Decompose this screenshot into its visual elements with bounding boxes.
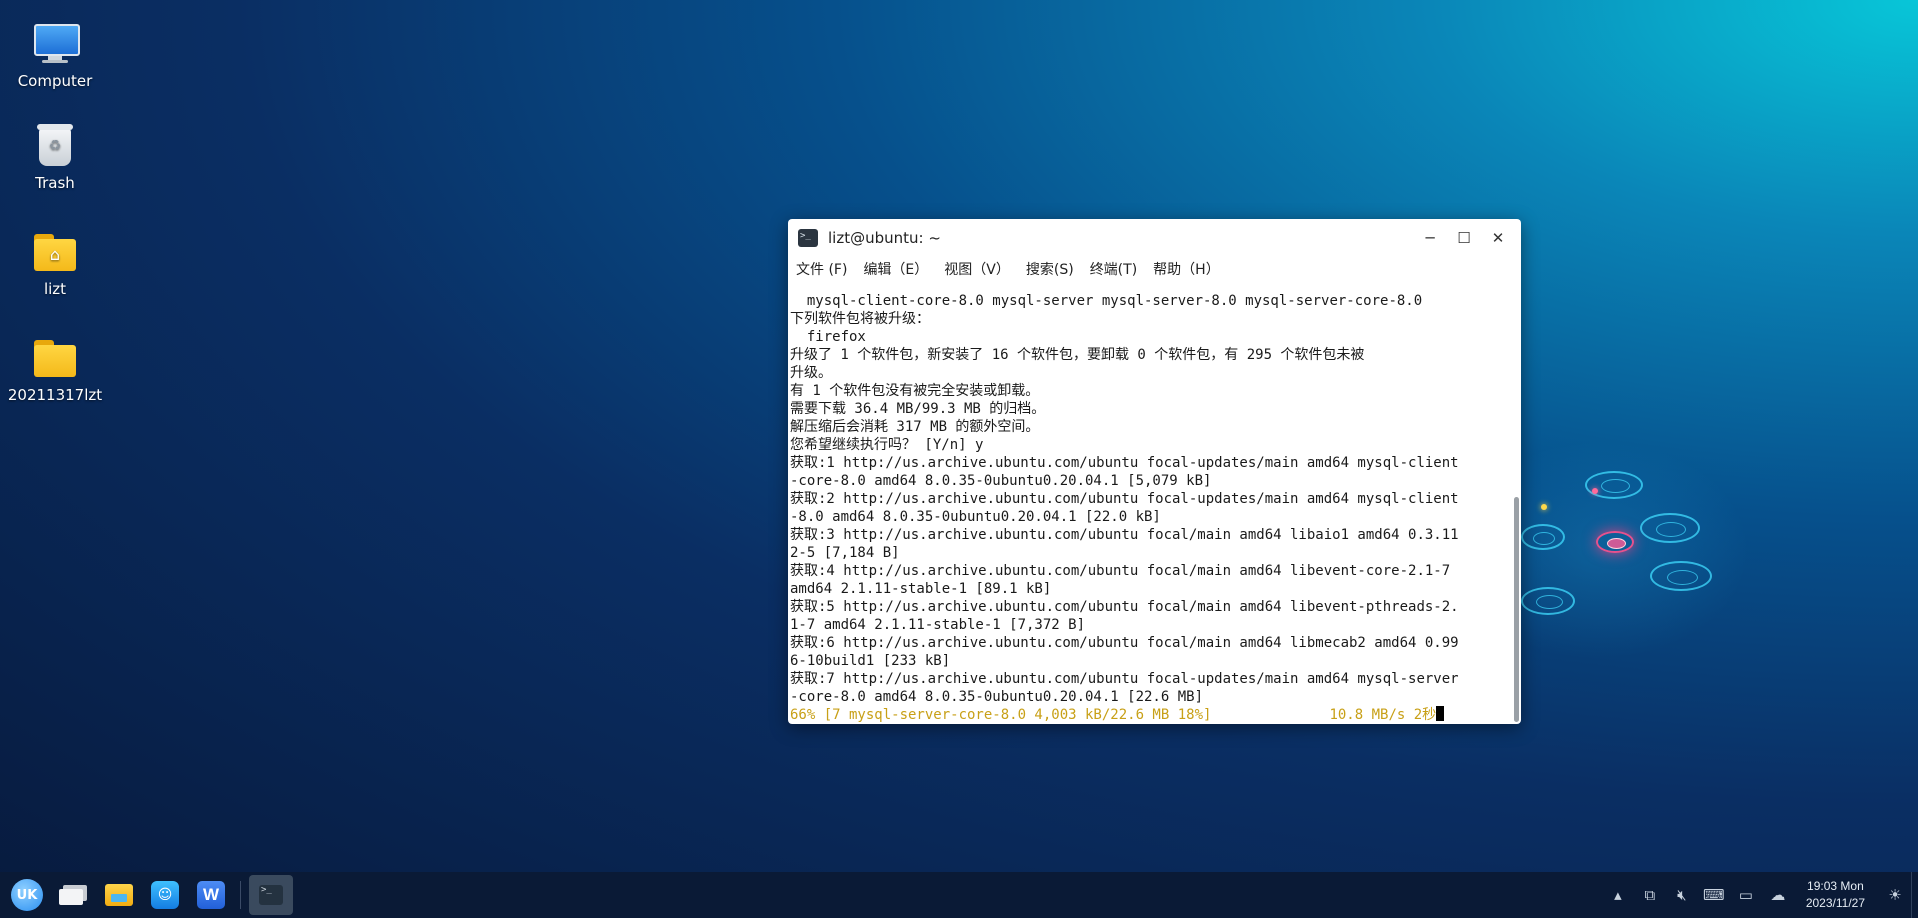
menu-file[interactable]: 文件 (F)	[796, 259, 847, 279]
maximize-icon: ☐	[1457, 229, 1471, 247]
wallpaper-ring-highlight	[1596, 531, 1634, 553]
terminal-line: 解压缩后会消耗 317 MB 的额外空间。	[790, 419, 1040, 435]
wallpaper-ring	[1585, 471, 1643, 499]
desktop-icon-computer[interactable]: Computer	[0, 20, 110, 90]
terminal-line: 2-5 [7,184 B]	[790, 545, 900, 561]
menu-view[interactable]: 视图（V）	[944, 259, 1010, 279]
desktop-icon-home-folder[interactable]: ⌂ lizt	[0, 228, 110, 298]
clock-time: 19:03 Mon	[1807, 879, 1864, 893]
show-desktop-button[interactable]	[1911, 872, 1918, 918]
terminal-line: 下列软件包将被升级：	[790, 311, 930, 327]
terminal-line: 有 1 个软件包没有被完全安装或卸载。	[790, 383, 1040, 399]
start-icon: UK	[11, 879, 43, 911]
wallpaper-dot	[1541, 504, 1547, 510]
network-icon[interactable]: ⧉	[1634, 879, 1666, 911]
chevron-up-icon[interactable]: ▴	[1602, 879, 1634, 911]
wallpaper-ring	[1640, 513, 1700, 543]
terminal-line: -core-8.0 amd64 8.0.35-0ubuntu0.20.04.1 …	[790, 689, 1204, 705]
clock[interactable]: 19:03 Mon 2023/11/27	[1806, 878, 1865, 912]
window-titlebar[interactable]: >_ lizt@ubuntu: ~ ─ ☐ ✕	[788, 219, 1521, 257]
computer-icon	[32, 20, 80, 66]
wallpaper-ring	[1521, 524, 1565, 550]
text-cursor	[1436, 706, 1445, 721]
folder-icon	[32, 334, 78, 380]
terminal-line: 您希望继续执行吗？ [Y/n] y	[790, 437, 984, 453]
system-tray: ▴ ⧉ 🔇︎ ⌨ ▭ ☁ 19:03 Mon 2023/11/27 ☀	[1602, 872, 1918, 918]
minimize-icon: ─	[1425, 229, 1435, 247]
desktop-icon-folder[interactable]: 20211317lzt	[0, 334, 110, 404]
file-manager-icon	[105, 884, 133, 906]
minimize-button[interactable]: ─	[1413, 225, 1447, 251]
terminal-line: 升级。	[790, 365, 832, 381]
menu-terminal[interactable]: 终端(T)	[1090, 259, 1137, 279]
terminal-line: 获取:1 http://us.archive.ubuntu.com/ubuntu…	[790, 455, 1459, 471]
wps-writer-icon: W	[197, 881, 225, 909]
progress-text: 66% [7 mysql-server-core-8.0 4,003 kB/22…	[790, 707, 1437, 723]
terminal-line: 获取:6 http://us.archive.ubuntu.com/ubuntu…	[790, 635, 1459, 651]
terminal-window[interactable]: >_ lizt@ubuntu: ~ ─ ☐ ✕ 文件 (F) 编辑（E） 视图（…	[788, 219, 1521, 724]
scrollbar[interactable]	[1514, 497, 1519, 722]
taskbar-divider	[240, 881, 241, 909]
terminal-line: 获取:3 http://us.archive.ubuntu.com/ubuntu…	[790, 527, 1459, 543]
trash-icon: ♻	[32, 122, 78, 168]
clock-date: 2023/11/27	[1805, 896, 1865, 910]
menu-bar: 文件 (F) 编辑（E） 视图（V） 搜索(S) 终端(T) 帮助（H）	[788, 257, 1521, 281]
maximize-button[interactable]: ☐	[1447, 225, 1481, 251]
close-icon: ✕	[1491, 229, 1505, 247]
software-store-button[interactable]: ☺	[146, 876, 184, 914]
multitask-view-button[interactable]	[54, 876, 92, 914]
volume-muted-icon[interactable]: 🔇︎	[1666, 879, 1698, 911]
file-manager-button[interactable]	[100, 876, 138, 914]
terminal-line: -core-8.0 amd64 8.0.35-0ubuntu0.20.04.1 …	[790, 473, 1212, 489]
keyboard-icon[interactable]: ⌨	[1698, 879, 1730, 911]
menu-help[interactable]: 帮助（H）	[1153, 259, 1220, 279]
terminal-icon: >_	[259, 885, 283, 905]
desktop-icon-label: Trash	[35, 174, 75, 192]
desktop-icon-trash[interactable]: ♻ Trash	[0, 122, 110, 192]
wallpaper-ring	[1650, 561, 1712, 591]
close-button[interactable]: ✕	[1481, 225, 1515, 251]
desktop-icon-label: Computer	[17, 72, 93, 90]
terminal-output[interactable]: mysql-client-core-8.0 mysql-server mysql…	[788, 292, 1514, 724]
desktop-icon-label: lizt	[43, 280, 67, 298]
taskbar: UK ☺ W >_ ▴ ⧉ 🔇︎ ⌨ ▭ ☁ 19:03 Mon 2023/11…	[0, 872, 1918, 918]
terminal-line: -8.0 amd64 8.0.35-0ubuntu0.20.04.1 [22.0…	[790, 509, 1161, 525]
terminal-line: 获取:2 http://us.archive.ubuntu.com/ubuntu…	[790, 491, 1459, 507]
wallpaper-dot	[1592, 488, 1598, 494]
terminal-line: mysql-client-core-8.0 mysql-server mysql…	[790, 293, 1423, 309]
desktop-icon-label: 20211317lzt	[7, 386, 103, 404]
home-folder-icon: ⌂	[32, 228, 78, 274]
cloud-icon[interactable]: ☁	[1762, 879, 1794, 911]
software-store-icon: ☺	[151, 881, 179, 909]
terminal-line: 1-7 amd64 2.1.11-stable-1 [7,372 B]	[790, 617, 1086, 633]
wps-writer-button[interactable]: W	[192, 876, 230, 914]
terminal-line: 需要下载 36.4 MB/99.3 MB 的归档。	[790, 401, 1046, 417]
terminal-line: 获取:7 http://us.archive.ubuntu.com/ubuntu…	[790, 671, 1459, 687]
wallpaper-ring	[1521, 587, 1575, 615]
terminal-line: firefox	[790, 329, 866, 345]
progress-line: 66% [7 mysql-server-core-8.0 4,003 kB/22…	[790, 706, 1514, 724]
brightness-icon[interactable]: ☀	[1879, 879, 1911, 911]
terminal-line: 升级了 1 个软件包，新安装了 16 个软件包，要卸载 0 个软件包，有 295…	[790, 347, 1365, 363]
start-menu-button[interactable]: UK	[8, 876, 46, 914]
multitask-view-icon	[59, 885, 87, 905]
terminal-line: 获取:5 http://us.archive.ubuntu.com/ubuntu…	[790, 599, 1459, 615]
notification-icon[interactable]: ▭	[1730, 879, 1762, 911]
taskbar-terminal-button[interactable]: >_	[249, 875, 293, 915]
menu-search[interactable]: 搜索(S)	[1026, 259, 1074, 279]
terminal-line: 获取:4 http://us.archive.ubuntu.com/ubuntu…	[790, 563, 1451, 579]
terminal-line: amd64 2.1.11-stable-1 [89.1 kB]	[790, 581, 1052, 597]
terminal-icon: >_	[798, 229, 818, 247]
terminal-line: 6-10build1 [233 kB]	[790, 653, 951, 669]
menu-edit[interactable]: 编辑（E）	[863, 259, 928, 279]
window-title: lizt@ubuntu: ~	[828, 229, 941, 247]
